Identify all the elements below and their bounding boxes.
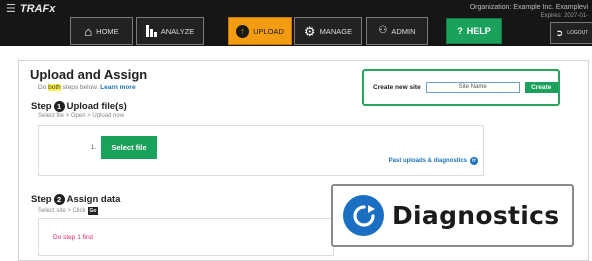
logout-button[interactable]: ➲ LOGOUT [550, 22, 592, 44]
app-brand[interactable]: ☰ TRAFx [6, 2, 56, 16]
step-1-word: Step [31, 101, 52, 112]
step-2-title: Assign data [66, 194, 121, 205]
upload-icon: ↑ [236, 24, 250, 38]
refresh-icon: ⟳ [470, 157, 478, 165]
create-site-box: Create new site Site Name Create [362, 69, 560, 106]
step-2-hint-text: Select site > Click [38, 208, 86, 214]
refresh-icon [343, 195, 384, 236]
assign-data-area: Do step 1 first [38, 218, 334, 256]
learn-more-link[interactable]: Learn more [100, 84, 135, 91]
gears-icon: ⚙ [303, 23, 316, 39]
step-2-heading: Step 2 Assign data [31, 194, 120, 205]
organization-name: Organization: Example Inc. Examplevi [469, 4, 588, 11]
create-site-label: Create new site [373, 84, 421, 91]
step-1-number-icon: 1 [53, 101, 65, 112]
home-icon: ⌂ [84, 23, 93, 39]
nav-analyze-label: ANALYZE [160, 26, 195, 36]
top-navigation-bar: ☰ TRAFx Organization: Example Inc. Examp… [0, 0, 592, 46]
step-2-hint: Select site > Click Go [38, 207, 99, 215]
question-icon: ? [457, 26, 463, 36]
site-name-input[interactable]: Site Name [425, 82, 520, 93]
step-2-word: Step [31, 194, 52, 205]
nav-upload-label: UPLOAD [253, 26, 284, 36]
logout-label: LOGOUT [567, 30, 589, 36]
subtitle-prefix: Do [38, 84, 49, 91]
step-1-hint: Select file > Open > Upload now [38, 113, 125, 119]
hamburger-icon[interactable]: ☰ [6, 2, 16, 15]
create-site-button[interactable]: Create [524, 82, 558, 93]
logout-icon: ➲ [555, 27, 564, 38]
step-2-warning: Do step 1 first [53, 234, 94, 241]
page-title: Upload and Assign [30, 67, 148, 82]
step-2-number-icon: 2 [53, 194, 65, 205]
nav-admin-button[interactable]: ⚇ ADMIN [366, 17, 428, 45]
go-badge: Go [87, 207, 99, 215]
diagnostics-callout: Diagnostics [331, 184, 574, 247]
nav-upload-button[interactable]: ↑ UPLOAD [228, 17, 292, 45]
diagnostics-label: Diagnostics [392, 201, 560, 230]
nav-admin-label: ADMIN [391, 26, 416, 36]
bar-chart-icon [145, 25, 157, 37]
nav-home-label: HOME [96, 26, 119, 36]
nav-manage-button[interactable]: ⚙ MANAGE [294, 17, 362, 45]
past-uploads-label: Past uploads & diagnostics [388, 158, 467, 164]
past-uploads-link[interactable]: Past uploads & diagnostics ⟳ [389, 157, 478, 165]
step-1-heading: Step 1 Upload file(s) [31, 101, 127, 112]
nav-help-label: HELP [466, 26, 491, 36]
subtitle-suffix: steps below. [60, 84, 99, 91]
nav-analyze-button[interactable]: ANALYZE [136, 17, 204, 45]
nav-manage-label: MANAGE [319, 26, 353, 36]
nav-home-button[interactable]: ⌂ HOME [70, 17, 133, 45]
select-file-button[interactable]: Select file [101, 136, 157, 159]
file-upload-area: 1. Select file Past uploads & diagnostic… [38, 125, 484, 176]
file-row-number: 1. [91, 145, 97, 151]
step-1-title: Upload file(s) [66, 101, 127, 112]
nav-help-button[interactable]: ? HELP [446, 18, 502, 44]
users-icon: ⚇ [378, 25, 388, 36]
subtitle-highlight: both [48, 84, 61, 91]
page-subtitle: Do both steps below. Learn more [38, 84, 136, 91]
app-name: TRAFx [19, 2, 56, 15]
